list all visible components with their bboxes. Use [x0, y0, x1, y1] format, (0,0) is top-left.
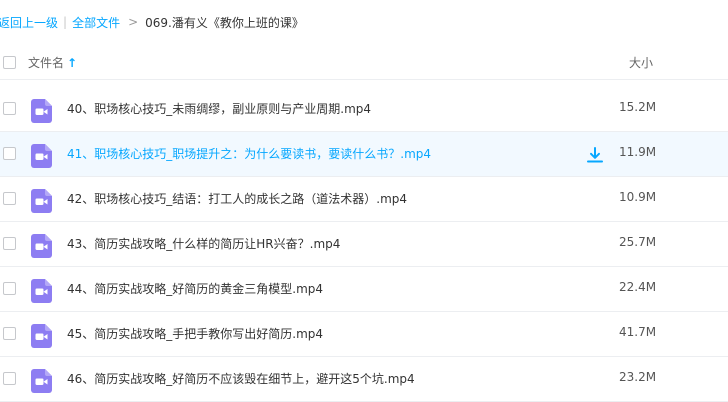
column-header-filename-label: 文件名	[28, 56, 65, 70]
video-file-icon	[31, 369, 52, 393]
download-icon[interactable]	[586, 146, 604, 164]
file-row[interactable]: 42、职场核心技巧_结语：打工人的成长之路（道法术器）.mp4 10.9M	[0, 177, 728, 222]
file-list-header: 文件名 ↑ 大小	[0, 44, 728, 80]
file-size: 10.9M	[619, 190, 657, 204]
file-size: 11.9M	[619, 145, 657, 159]
video-file-icon	[31, 144, 52, 168]
breadcrumb-separator: |	[63, 15, 68, 29]
file-row[interactable]: 43、简历实战攻略_什么样的简历让HR兴奋？.mp4 25.7M	[0, 222, 728, 267]
file-row[interactable]: 41、职场核心技巧_职场提升之：为什么要读书，要读什么书？.mp4 11.9M	[0, 132, 728, 177]
file-row[interactable]: 44、简历实战攻略_好简历的黄金三角模型.mp4 22.4M	[0, 267, 728, 312]
video-file-icon	[31, 324, 52, 348]
select-all-checkbox[interactable]	[3, 56, 16, 69]
row-checkbox[interactable]	[3, 372, 16, 385]
back-link[interactable]: 返回上一级	[0, 14, 58, 31]
video-file-icon	[31, 189, 52, 213]
file-row[interactable]: 40、职场核心技巧_未雨绸缪，副业原则与产业周期.mp4 15.2M	[0, 87, 728, 132]
row-checkbox[interactable]	[3, 327, 16, 340]
file-row[interactable]: 45、简历实战攻略_手把手教你写出好简历.mp4 41.7M	[0, 312, 728, 357]
file-size: 25.7M	[619, 235, 657, 249]
breadcrumb-arrow: >	[128, 15, 139, 29]
row-checkbox[interactable]	[3, 282, 16, 295]
video-file-icon	[31, 234, 52, 258]
arrow-up-icon: ↑	[67, 55, 78, 70]
video-file-icon	[31, 99, 52, 123]
row-checkbox[interactable]	[3, 237, 16, 250]
current-folder: 069.潘有义《教你上班的课》	[145, 15, 304, 30]
file-name[interactable]: 44、简历实战攻略_好简历的黄金三角模型.mp4	[67, 280, 323, 297]
row-checkbox[interactable]	[3, 147, 16, 160]
file-name[interactable]: 45、简历实战攻略_手把手教你写出好简历.mp4	[67, 325, 323, 342]
row-checkbox[interactable]	[3, 192, 16, 205]
video-file-icon	[31, 279, 52, 303]
column-header-size[interactable]: 大小	[629, 54, 653, 71]
file-row[interactable]: 46、简历实战攻略_好简历不应该毁在细节上，避开这5个坑.mp4 23.2M	[0, 357, 728, 402]
file-size: 41.7M	[619, 325, 657, 339]
file-list: 40、职场核心技巧_未雨绸缪，副业原则与产业周期.mp4 15.2M 41、职场…	[0, 87, 728, 402]
column-header-filename[interactable]: 文件名 ↑	[28, 54, 77, 71]
file-name[interactable]: 40、职场核心技巧_未雨绸缪，副业原则与产业周期.mp4	[67, 100, 371, 117]
file-size: 22.4M	[619, 280, 657, 294]
breadcrumb: 返回上一级 | 全部文件 > 069.潘有义《教你上班的课》	[0, 0, 728, 44]
all-files-link[interactable]: 全部文件	[72, 14, 120, 31]
file-name[interactable]: 46、简历实战攻略_好简历不应该毁在细节上，避开这5个坑.mp4	[67, 370, 415, 387]
file-name[interactable]: 42、职场核心技巧_结语：打工人的成长之路（道法术器）.mp4	[67, 190, 407, 207]
file-name[interactable]: 41、职场核心技巧_职场提升之：为什么要读书，要读什么书？.mp4	[67, 145, 431, 162]
file-size: 15.2M	[619, 100, 657, 114]
file-name[interactable]: 43、简历实战攻略_什么样的简历让HR兴奋？.mp4	[67, 235, 340, 252]
row-checkbox[interactable]	[3, 102, 16, 115]
